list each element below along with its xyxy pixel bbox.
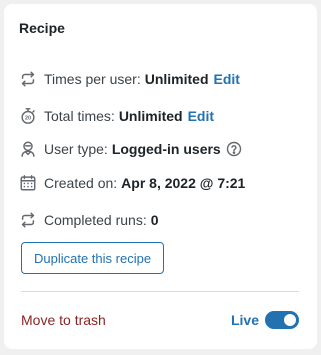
user-type-row: User type: Logged-in users xyxy=(18,139,242,159)
toggle-knob xyxy=(284,314,296,326)
total-times-row: 20 Total times: Unlimited Edit xyxy=(18,106,214,126)
created-on-value: Apr 8, 2022 @ 7:21 xyxy=(121,175,246,191)
stopwatch-icon: 20 xyxy=(18,106,38,126)
created-on-row: Created on: Apr 8, 2022 @ 7:21 xyxy=(18,173,245,193)
repeat-icon xyxy=(18,69,38,89)
total-times-value: Unlimited xyxy=(118,108,183,124)
help-icon[interactable] xyxy=(226,141,242,157)
times-per-user-label: Times per user: xyxy=(44,71,141,87)
total-times-edit-link[interactable]: Edit xyxy=(188,108,214,124)
created-on-label: Created on: xyxy=(44,175,118,191)
card-title: Recipe xyxy=(19,20,65,36)
live-status-group: Live xyxy=(231,311,299,329)
user-type-label: User type: xyxy=(44,141,108,157)
move-to-trash-link[interactable]: Move to trash xyxy=(21,312,106,328)
times-per-user-value: Unlimited xyxy=(144,71,209,87)
divider xyxy=(21,291,299,292)
repeat-icon xyxy=(18,210,38,230)
completed-runs-row: Completed runs: 0 xyxy=(18,210,159,230)
calendar-icon xyxy=(18,173,38,193)
total-times-label: Total times: xyxy=(44,108,115,124)
live-label: Live xyxy=(230,312,259,328)
completed-runs-label: Completed runs: xyxy=(44,212,147,228)
recipe-card: Recipe Times per user: Unlimited Edit 20 xyxy=(4,4,317,349)
completed-runs-value: 0 xyxy=(150,212,159,228)
live-toggle[interactable] xyxy=(265,311,299,329)
user-type-value: Logged-in users xyxy=(111,141,221,157)
svg-text:20: 20 xyxy=(25,116,31,122)
duplicate-recipe-button[interactable]: Duplicate this recipe xyxy=(21,242,165,274)
times-per-user-edit-link[interactable]: Edit xyxy=(214,71,240,87)
user-icon xyxy=(18,139,38,159)
times-per-user-row: Times per user: Unlimited Edit xyxy=(18,69,240,89)
